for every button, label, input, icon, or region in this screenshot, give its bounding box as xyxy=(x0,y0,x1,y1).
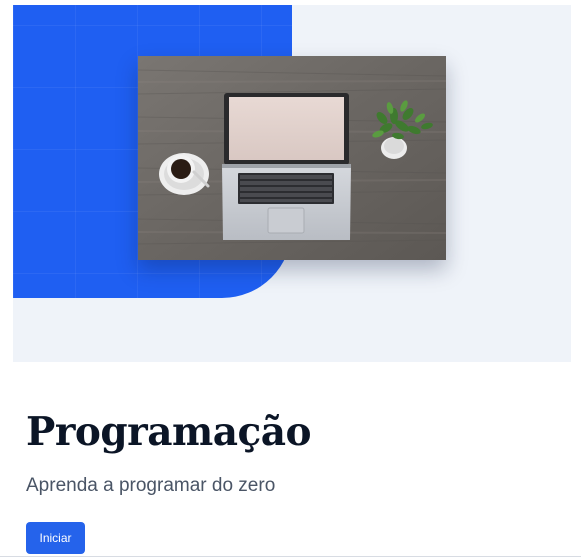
start-button[interactable]: Iniciar xyxy=(26,522,85,554)
course-subtitle: Aprenda a programar do zero xyxy=(26,475,276,496)
course-card: Programação Aprenda a programar do zero … xyxy=(0,0,581,559)
hero-banner xyxy=(13,5,571,362)
course-title: Programação xyxy=(26,409,312,455)
divider xyxy=(0,556,581,557)
course-cover-image xyxy=(138,56,446,260)
